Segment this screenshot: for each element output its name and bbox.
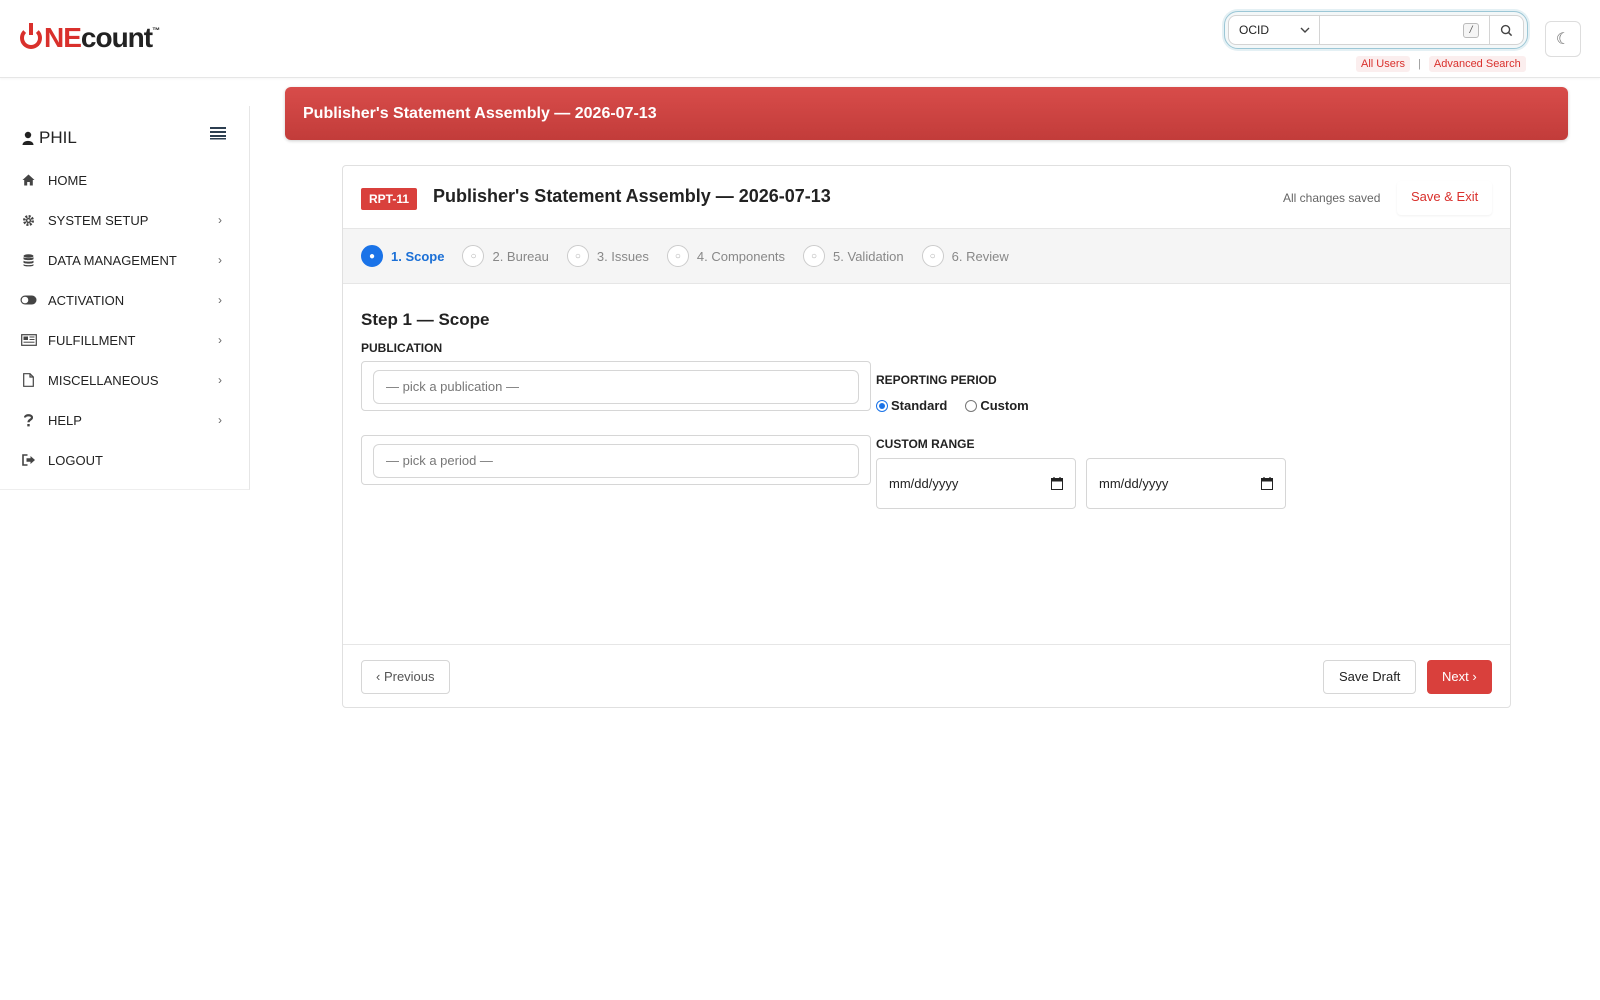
save-exit-button[interactable]: Save & Exit (1397, 181, 1493, 215)
previous-button[interactable]: ‹ Previous (361, 660, 450, 694)
sidebar-toggle-button[interactable] (210, 126, 226, 145)
step-bureau[interactable]: ○ 2. Bureau (462, 245, 549, 267)
onecount-logo[interactable]: NE count ™ (20, 22, 160, 53)
sidebar-item-fulfillment[interactable]: FULFILLMENT › (0, 320, 250, 360)
calendar-icon[interactable] (1261, 477, 1273, 490)
period-field: — pick a period — (361, 435, 871, 485)
user-name: PHIL (22, 128, 77, 148)
sidebar-nav: HOME SYSTEM SETUP › DATA MANAGEMENT › AC… (0, 160, 250, 480)
custom-range-label: CUSTOM RANGE (876, 437, 975, 451)
step-scope[interactable]: ● 1. Scope (361, 245, 444, 267)
publication-select[interactable]: — pick a publication — (373, 370, 859, 404)
wizard-header: RPT-11 Publisher's Statement Assembly — … (343, 166, 1510, 229)
save-draft-button[interactable]: Save Draft (1323, 660, 1417, 694)
all-users-link[interactable]: All Users (1356, 56, 1411, 72)
link-separator: | (1418, 58, 1421, 70)
sidebar-item-logout[interactable]: LOGOUT (0, 440, 250, 480)
step-components[interactable]: ○ 4. Components (666, 245, 785, 267)
chevron-right-icon: › (218, 293, 222, 307)
search-icon (1500, 24, 1513, 36)
newspaper-icon (20, 333, 37, 347)
custom-radio-label[interactable]: Custom (980, 398, 1028, 413)
wizard-card: RPT-11 Publisher's Statement Assembly — … (342, 165, 1511, 708)
step-indicator: ○ (666, 245, 689, 267)
sidebar-item-activation[interactable]: ACTIVATION › (0, 280, 250, 320)
step-heading: Step 1 — Scope (361, 310, 490, 329)
wizard-footer: ‹ Previous Save Draft Next › (343, 644, 1510, 709)
report-id-badge: RPT-11 (361, 188, 418, 210)
search-type-select[interactable]: OCID (1228, 15, 1320, 45)
sidebar-item-miscellaneous[interactable]: MISCELLANEOUS › (0, 360, 250, 400)
chevron-right-icon: › (218, 373, 222, 387)
page-banner: Publisher's Statement Assembly — 2026-07… (285, 87, 1568, 140)
page-title: Publisher's Statement Assembly — 2026-07… (303, 104, 657, 122)
search-links: All Users | Advanced Search (1356, 56, 1526, 72)
logout-icon (20, 453, 37, 467)
step-issues[interactable]: ○ 3. Issues (566, 245, 649, 267)
period-select[interactable]: — pick a period — (373, 444, 859, 478)
search-button[interactable] (1490, 15, 1524, 45)
shortcut-hint: / (1463, 23, 1479, 38)
sidebar-item-help[interactable]: HELP › (0, 400, 250, 440)
wizard-title: Publisher's Statement Assembly — 2026-07… (433, 186, 831, 206)
moon-icon: ☾ (1555, 31, 1571, 48)
end-date-placeholder: mm/dd/yyyy (1099, 476, 1169, 491)
sidebar: PHIL HOME SYSTEM SETUP › DATA MANAGEMENT… (0, 106, 250, 490)
calendar-icon[interactable] (1051, 477, 1063, 490)
step-indicator: ○ (921, 245, 944, 267)
chevron-right-icon: › (218, 413, 222, 427)
search-type-value: OCID (1239, 23, 1269, 37)
question-icon (20, 413, 37, 427)
standard-radio-label[interactable]: Standard (891, 398, 947, 413)
chevron-right-icon: › (218, 333, 222, 347)
menu-lines-icon (210, 127, 226, 140)
sidebar-item-home[interactable]: HOME (0, 160, 250, 200)
advanced-search-link[interactable]: Advanced Search (1428, 56, 1526, 72)
chevron-right-icon: › (218, 253, 222, 267)
toggle-icon (20, 293, 37, 307)
publication-label: PUBLICATION (361, 341, 443, 355)
save-status: All changes saved (1283, 191, 1381, 205)
global-search: OCID / (1224, 11, 1528, 49)
file-icon (20, 373, 37, 387)
step-indicator: ○ (462, 245, 485, 267)
step-indicator: ○ (566, 245, 589, 267)
power-icon (20, 23, 42, 49)
database-icon (20, 253, 37, 267)
theme-toggle-button[interactable]: ☾ (1545, 21, 1581, 57)
step-validation[interactable]: ○ 5. Validation (803, 245, 904, 267)
step-indicator: ● (361, 245, 383, 267)
search-input[interactable]: / (1320, 15, 1490, 45)
chevron-right-icon: › (218, 213, 222, 227)
start-date-placeholder: mm/dd/yyyy (889, 476, 959, 491)
custom-range-end-input[interactable]: mm/dd/yyyy (1086, 458, 1286, 509)
custom-radio[interactable] (965, 399, 978, 412)
standard-radio[interactable] (876, 399, 888, 412)
reporting-period-label: REPORTING PERIOD (876, 373, 997, 387)
next-button[interactable]: Next › (1427, 660, 1492, 694)
sidebar-item-data-management[interactable]: DATA MANAGEMENT › (0, 240, 250, 280)
gear-icon (20, 213, 37, 227)
custom-range-start-input[interactable]: mm/dd/yyyy (876, 458, 1076, 509)
chevron-down-icon (1300, 27, 1310, 33)
reporting-period-options: Standard Custom (876, 398, 1029, 413)
wizard-steps: ● 1. Scope ○ 2. Bureau ○ 3. Issues ○ 4. … (343, 229, 1510, 284)
step-indicator: ○ (803, 245, 826, 267)
user-icon (22, 131, 34, 145)
publication-field: — pick a publication — (361, 361, 871, 411)
home-icon (20, 173, 37, 187)
top-header: NE count ™ OCID / All Users | Advanced S… (0, 0, 1600, 78)
sidebar-item-system-setup[interactable]: SYSTEM SETUP › (0, 200, 250, 240)
step-review[interactable]: ○ 6. Review (921, 245, 1009, 267)
